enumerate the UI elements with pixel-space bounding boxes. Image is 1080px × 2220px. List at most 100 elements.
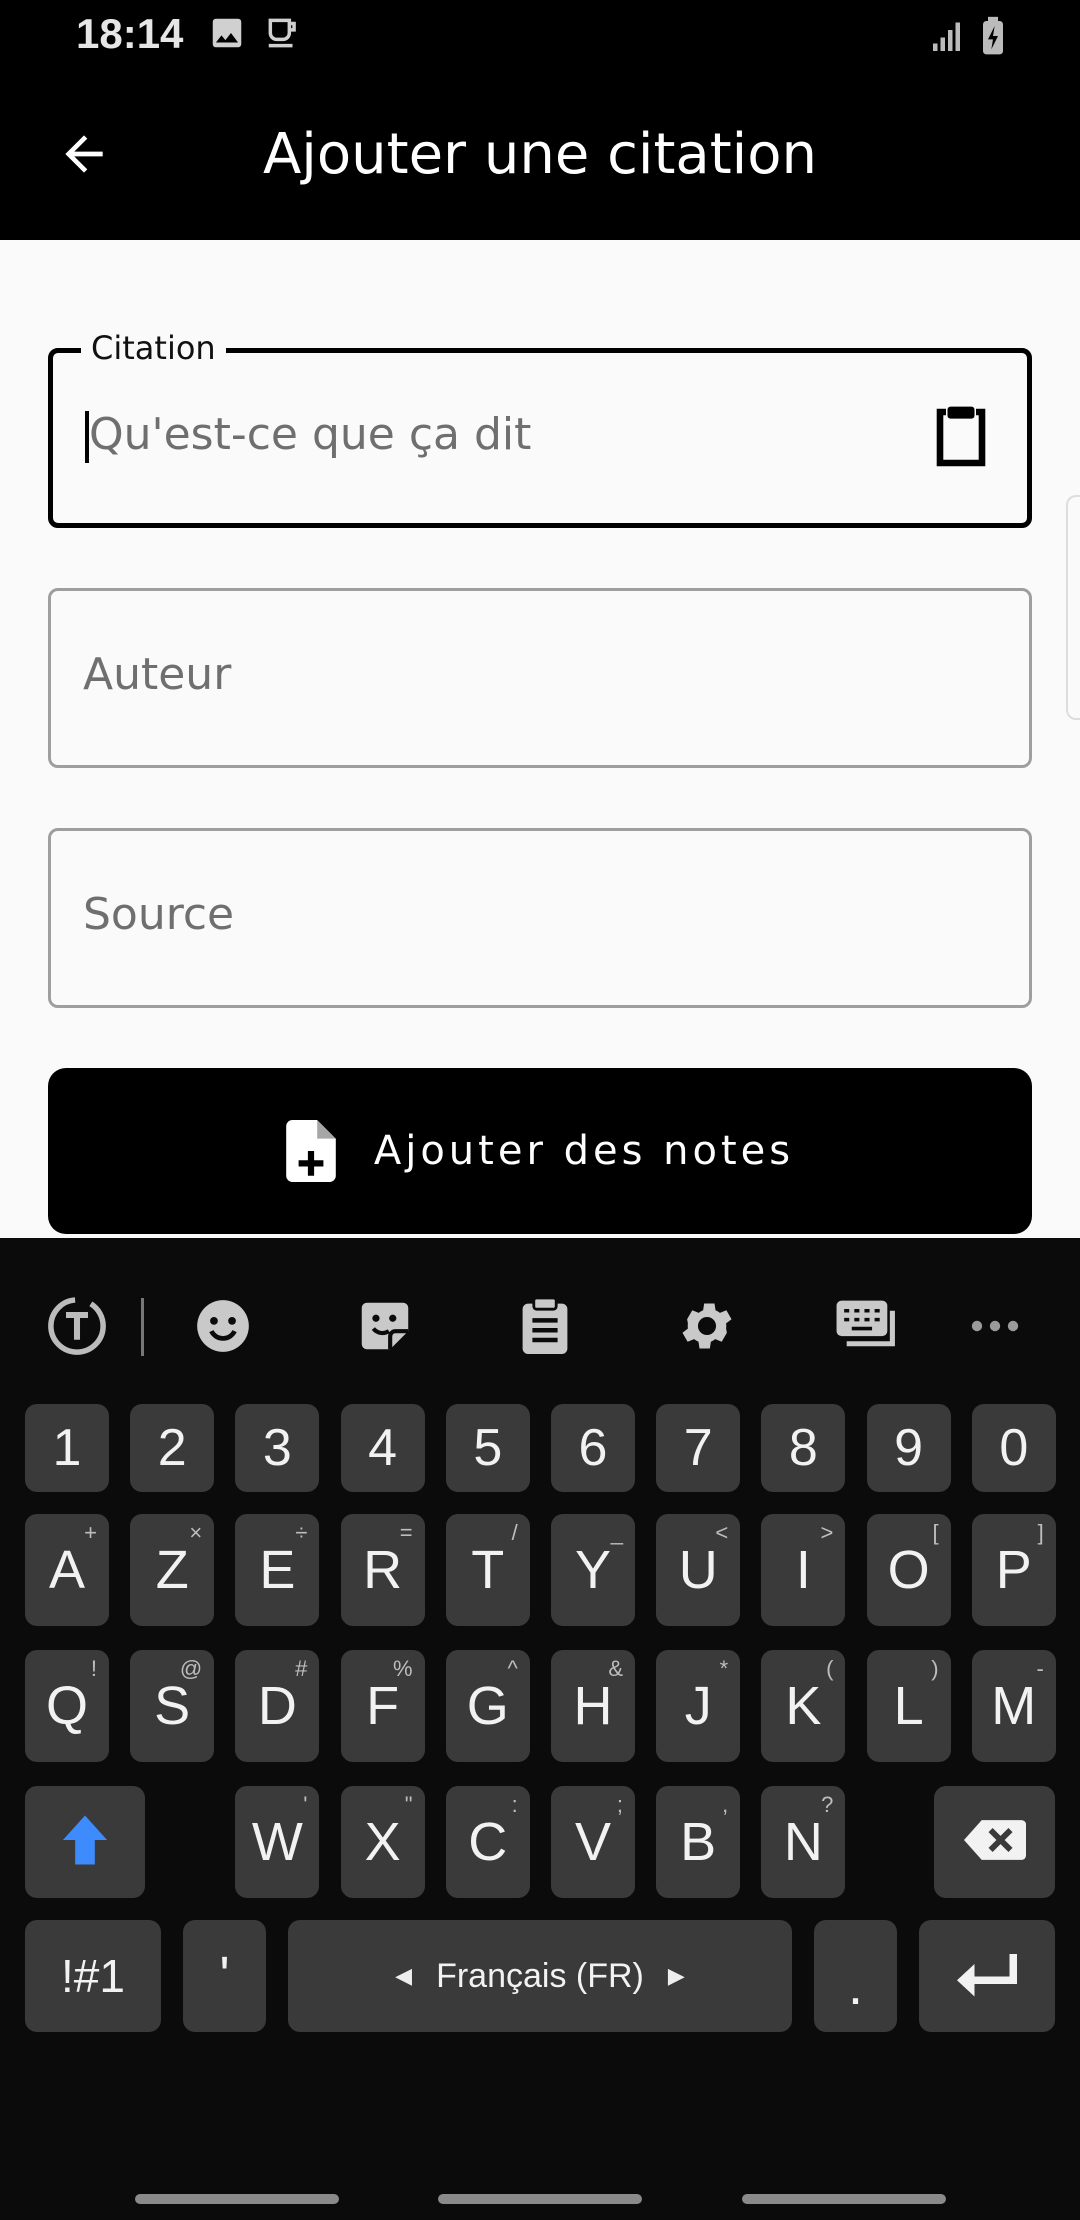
key-n-label: N [783, 1812, 823, 1872]
clipboard-paste-icon[interactable] [931, 403, 991, 469]
key-f[interactable]: F% [340, 1650, 425, 1762]
key-z[interactable]: Z × [130, 1514, 215, 1626]
key-c[interactable]: C: [445, 1786, 530, 1898]
key-y[interactable]: Y _ [551, 1514, 635, 1626]
emoji-icon [192, 1295, 254, 1361]
key-1-label: 1 [52, 1419, 82, 1477]
key-q-label: Q [45, 1676, 88, 1736]
keyboard-mode-button[interactable] [832, 1293, 902, 1363]
enter-key[interactable] [919, 1920, 1055, 2032]
signal-icon [930, 18, 966, 58]
key-2[interactable]: 2 [130, 1404, 215, 1492]
more-button[interactable] [960, 1293, 1030, 1363]
key-5[interactable]: 5 [445, 1404, 530, 1492]
key-m-secondary: - [1036, 1656, 1044, 1681]
settings-button[interactable] [672, 1293, 742, 1363]
translate-icon [44, 1293, 110, 1363]
key-r[interactable]: R = [340, 1514, 425, 1626]
key-j[interactable]: J * [656, 1650, 741, 1762]
key-z-secondary: × [189, 1520, 203, 1545]
key-w-label: W [251, 1812, 303, 1872]
key-q[interactable]: Q! [25, 1650, 109, 1762]
space-key[interactable]: ◀ Français (FR) ▶ [288, 1920, 792, 2032]
key-8-label: 8 [788, 1419, 818, 1477]
key-1[interactable]: 1 [25, 1404, 109, 1492]
app-bar: Ajouter une citation [0, 72, 1080, 240]
side-panel-edge[interactable] [1066, 495, 1080, 720]
key-3[interactable]: 3 [235, 1404, 320, 1492]
clipboard-button[interactable] [510, 1293, 580, 1363]
key-l-label: L [893, 1676, 924, 1736]
key-m[interactable]: M- [971, 1650, 1056, 1762]
period-key[interactable]: . [814, 1920, 897, 2032]
author-field[interactable]: Auteur [48, 588, 1032, 768]
key-6[interactable]: 6 [551, 1404, 635, 1492]
key-c-label: C [468, 1812, 508, 1872]
key-m-label: M [991, 1676, 1037, 1736]
key-u[interactable]: U < [656, 1514, 741, 1626]
key-p[interactable]: P] [971, 1514, 1056, 1626]
shift-key[interactable] [25, 1786, 145, 1898]
key-f-label: F [366, 1676, 400, 1736]
key-0[interactable]: 0 [971, 1404, 1056, 1492]
nav-gesture-center[interactable] [438, 2194, 642, 2204]
key-d-secondary: # [295, 1656, 308, 1681]
key-t[interactable]: T / [445, 1514, 530, 1626]
key-w-secondary: ' [303, 1792, 308, 1817]
citation-field[interactable]: Citation Qu'est-ce que ça dit [48, 329, 1032, 528]
key-n-secondary: ? [821, 1792, 834, 1817]
symbols-key[interactable]: !#1 [25, 1920, 161, 2032]
key-x[interactable]: X " [340, 1786, 425, 1898]
key-h-secondary: & [608, 1656, 623, 1681]
key-b[interactable]: B, [656, 1786, 741, 1898]
key-j-secondary: * [719, 1656, 729, 1681]
key-l-secondary: ) [931, 1656, 939, 1681]
space-language-label: Français (FR) [436, 1956, 644, 1995]
backspace-key[interactable] [934, 1786, 1055, 1898]
key-9[interactable]: 9 [866, 1404, 951, 1492]
translate-button[interactable] [42, 1293, 112, 1363]
key-k[interactable]: K( [761, 1650, 846, 1762]
key-i[interactable]: I > [761, 1514, 846, 1626]
key-e-label: E [259, 1540, 296, 1600]
key-d-label: D [257, 1676, 297, 1736]
source-field[interactable]: Source [48, 828, 1032, 1008]
key-s-label: S [154, 1676, 191, 1736]
key-n[interactable]: N? [761, 1786, 846, 1898]
key-g[interactable]: G ^ [445, 1650, 530, 1762]
key-g-secondary: ^ [507, 1656, 518, 1681]
sticker-button[interactable] [350, 1293, 420, 1363]
more-icon [969, 1318, 1021, 1338]
key-s[interactable]: S @ [130, 1650, 215, 1762]
key-a[interactable]: A + [25, 1514, 109, 1626]
nav-gesture-left[interactable] [135, 2194, 339, 2204]
key-2-label: 2 [157, 1419, 187, 1477]
key-k-secondary: ( [826, 1656, 834, 1681]
key-w[interactable]: W ' [235, 1786, 320, 1898]
key-v-secondary: ; [616, 1792, 623, 1817]
key-7-label: 7 [683, 1419, 713, 1477]
key-4[interactable]: 4 [340, 1404, 425, 1492]
key-l[interactable]: L) [866, 1650, 951, 1762]
caret-left-icon: ◀ [395, 1963, 413, 1988]
key-9-label: 9 [894, 1419, 924, 1477]
emoji-button[interactable] [188, 1293, 258, 1363]
key-7[interactable]: 7 [656, 1404, 741, 1492]
key-x-secondary: " [404, 1792, 413, 1817]
add-notes-button[interactable]: Ajouter des notes [48, 1068, 1032, 1234]
apostrophe-key[interactable]: ' [183, 1920, 266, 2032]
key-v[interactable]: V; [551, 1786, 635, 1898]
key-i-secondary: > [820, 1520, 834, 1545]
key-8[interactable]: 8 [761, 1404, 846, 1492]
add-notes-label: Ajouter des notes [373, 1128, 795, 1174]
period-key-label: . [847, 1956, 863, 2016]
key-r-label: R [363, 1540, 403, 1600]
key-d[interactable]: D # [235, 1650, 320, 1762]
key-s-secondary: @ [179, 1656, 203, 1681]
form-area: Citation Qu'est-ce que ça dit Auteur Sou… [0, 240, 1080, 1238]
note-add-icon [286, 1120, 336, 1182]
key-o[interactable]: O[ [866, 1514, 951, 1626]
key-h[interactable]: H & [551, 1650, 635, 1762]
nav-gesture-right[interactable] [742, 2194, 946, 2204]
key-e[interactable]: E ÷ [235, 1514, 320, 1626]
